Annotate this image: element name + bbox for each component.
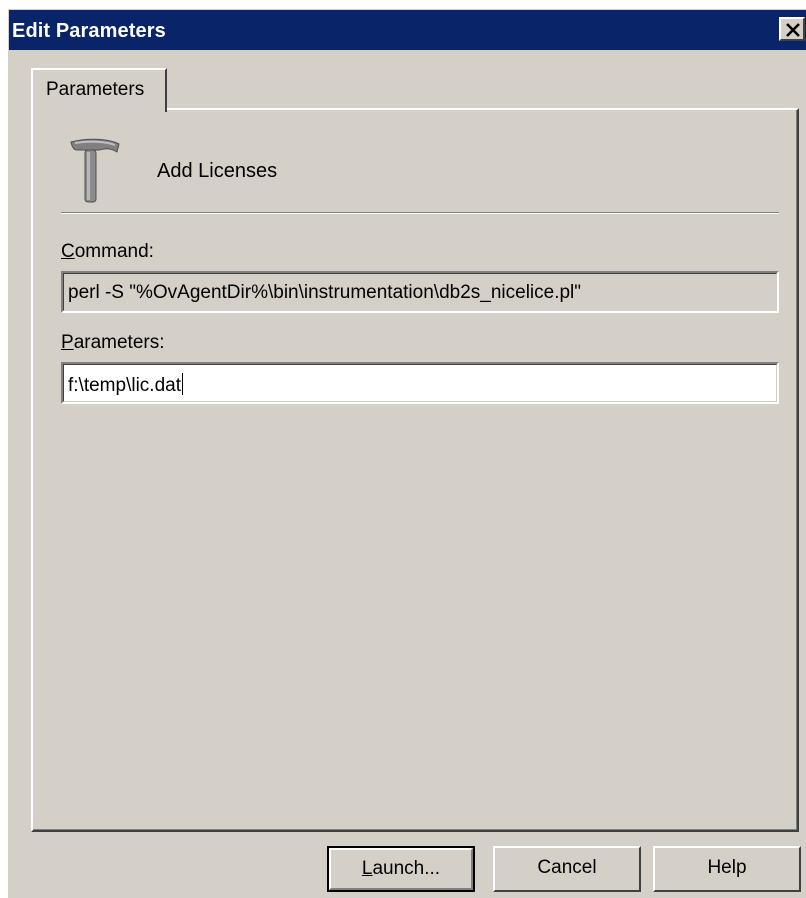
command-label-accel: C <box>61 241 75 262</box>
launch-button-face: Launch... <box>329 848 473 890</box>
parameters-field[interactable]: f:\temp\lic.dat <box>61 362 779 404</box>
title-bar[interactable]: Edit Parameters <box>9 10 806 50</box>
parameters-label-accel: P <box>61 332 74 353</box>
parameters-tab-panel <box>31 108 799 832</box>
edit-parameters-dialog: Edit Parameters Parameters Add Licenses … <box>8 9 806 898</box>
command-label: Command: <box>61 241 154 263</box>
parameters-field-value: f:\temp\lic.dat <box>68 375 181 396</box>
separator <box>61 212 779 214</box>
tool-name: Add Licenses <box>157 160 278 182</box>
close-icon <box>786 23 800 37</box>
parameters-label-text: arameters: <box>73 332 165 353</box>
command-field[interactable]: perl -S "%OvAgentDir%\bin\instrumentatio… <box>61 271 779 313</box>
launch-button[interactable]: Launch... <box>327 846 475 892</box>
tab-parameters-label: Parameters <box>46 79 145 100</box>
hammer-icon <box>70 138 120 203</box>
command-field-value: perl -S "%OvAgentDir%\bin\instrumentatio… <box>63 273 777 311</box>
close-button[interactable] <box>779 17 805 41</box>
window-title: Edit Parameters <box>12 20 166 42</box>
parameters-label: Parameters: <box>61 332 165 354</box>
help-button[interactable]: Help <box>653 846 801 892</box>
command-label-text: ommand: <box>74 241 154 262</box>
tab-parameters[interactable]: Parameters <box>31 68 167 112</box>
cancel-button[interactable]: Cancel <box>493 846 641 892</box>
parameters-field-inner: f:\temp\lic.dat <box>63 364 777 402</box>
text-caret <box>182 373 183 395</box>
launch-button-accel: L <box>361 858 373 879</box>
launch-button-label: aunch... <box>372 858 441 879</box>
